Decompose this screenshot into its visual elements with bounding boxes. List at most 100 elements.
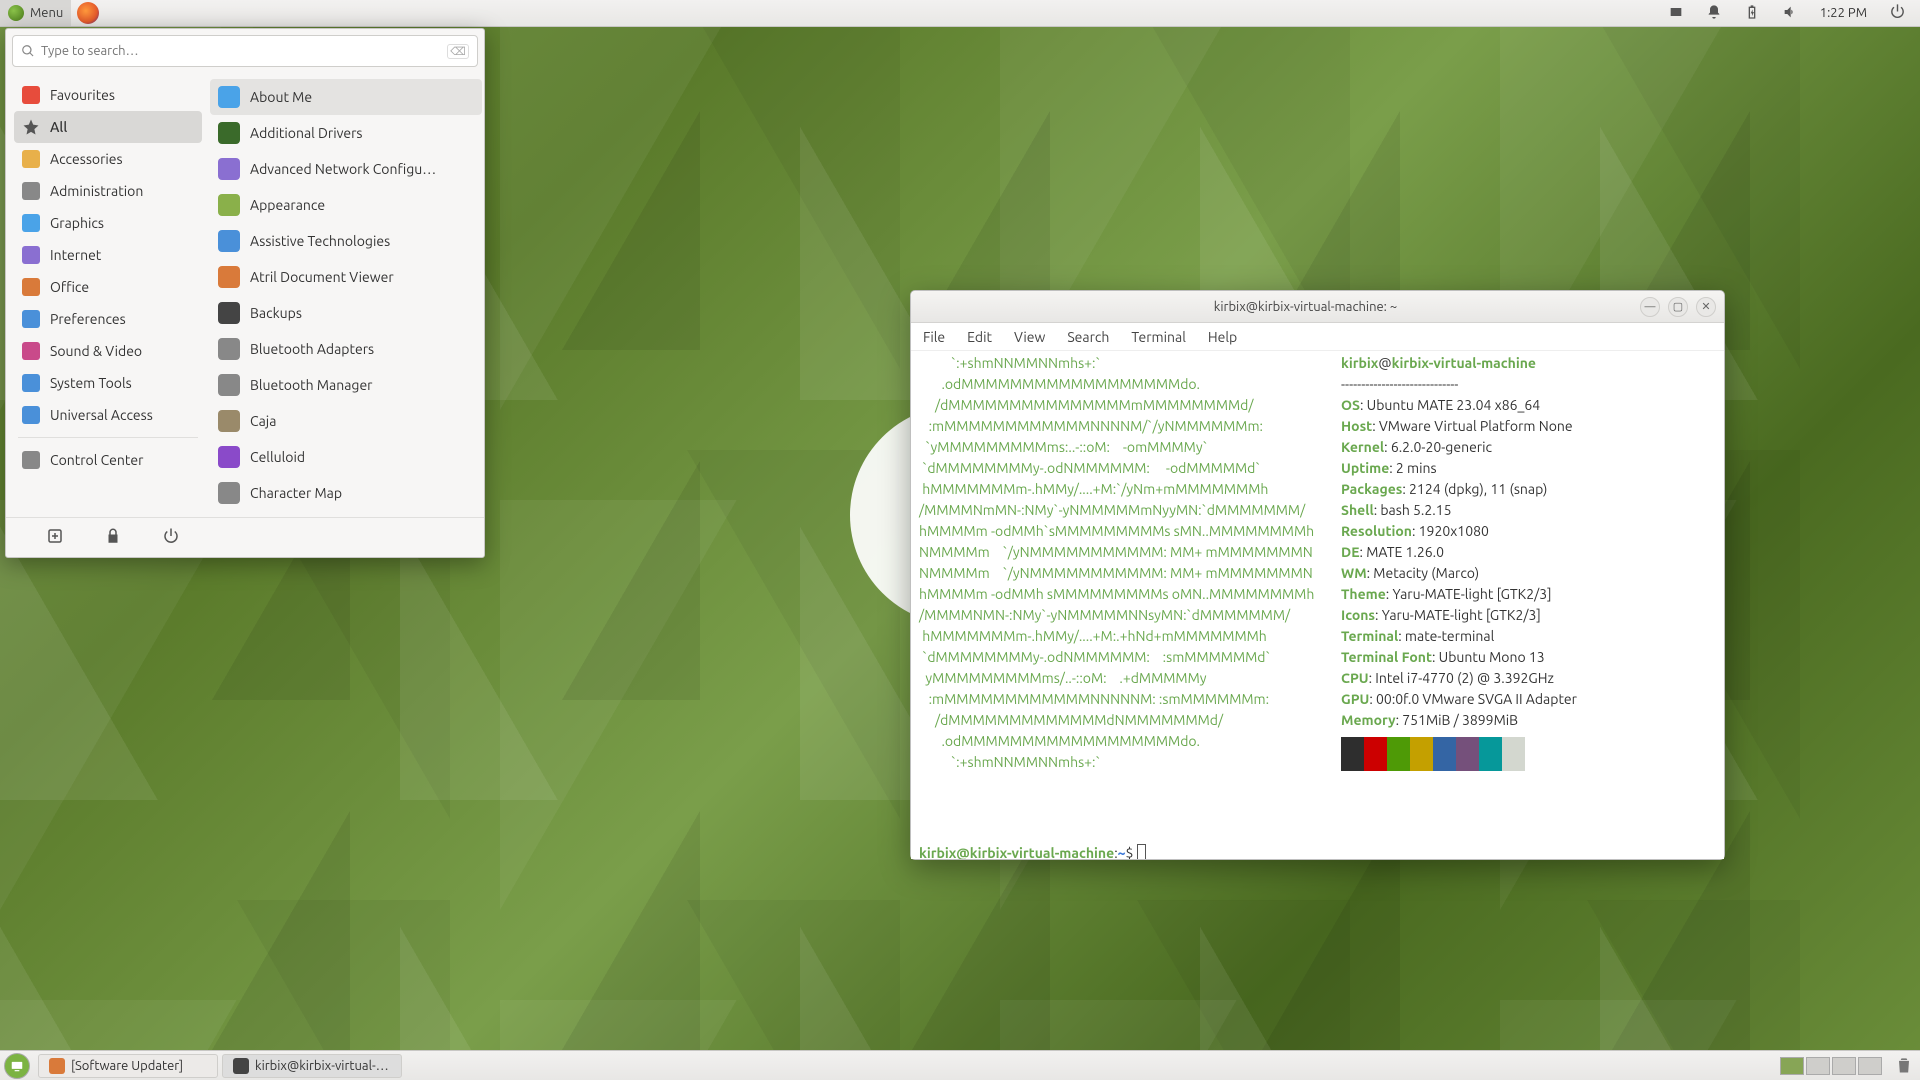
category-preferences[interactable]: Preferences [14,303,202,335]
category-control-center[interactable]: Control Center [14,444,202,476]
menu-file[interactable]: File [923,329,945,345]
lock-icon[interactable] [104,527,122,549]
shell-prompt[interactable]: kirbix@kirbix-virtual-machine:~$ [919,843,1716,859]
app-icon [218,122,240,144]
menu-label: Menu [30,6,63,20]
terminal-titlebar[interactable]: kirbix@kirbix-virtual-machine: ~ — ▢ ✕ [911,291,1724,323]
category-internet[interactable]: Internet [14,239,202,271]
app-icon [218,230,240,252]
app-appearance[interactable]: Appearance [210,187,482,223]
keyboard-icon[interactable] [1668,4,1684,23]
shutdown-icon[interactable] [162,527,180,549]
application-menu: ⌫ Favourites All Accessories Administration… [5,28,485,558]
minimize-button[interactable]: — [1640,297,1660,317]
task-kirbix-kirbix-virtual-[interactable]: kirbix@kirbix-virtual-… [222,1054,402,1078]
app-label: Additional Drivers [250,125,363,141]
menu-help[interactable]: Help [1208,329,1237,345]
menu-terminal[interactable]: Terminal [1131,329,1186,345]
volume-icon[interactable] [1782,4,1798,23]
category-sound-video[interactable]: Sound & Video [14,335,202,367]
search-box[interactable]: ⌫ [12,35,478,67]
terminal-menubar: File Edit View Search Terminal Help [911,323,1724,351]
firefox-launcher-icon[interactable] [77,2,99,24]
app-backups[interactable]: Backups [210,295,482,331]
app-icon [218,338,240,360]
app-bluetooth-manager[interactable]: Bluetooth Manager [210,367,482,403]
app-label: Atril Document Viewer [250,269,394,285]
app-celluloid[interactable]: Celluloid [210,439,482,475]
app-icon [218,446,240,468]
menu-button[interactable]: Menu [0,0,71,26]
app-label: About Me [250,89,312,105]
app-caja[interactable]: Caja [210,403,482,439]
category-icon [22,182,40,200]
app-advanced-network-configu-[interactable]: Advanced Network Configu… [210,151,482,187]
app-label: Caja [250,413,276,429]
category-label: Office [50,279,89,295]
bell-icon[interactable] [1706,4,1722,23]
workspace-switcher[interactable] [1780,1057,1888,1075]
menu-search[interactable]: Search [1067,329,1109,345]
app-bluetooth-adapters[interactable]: Bluetooth Adapters [210,331,482,367]
clock[interactable]: 1:22 PM [1820,6,1867,20]
category-icon [22,118,40,136]
category-universal-access[interactable]: Universal Access [14,399,202,431]
category-label: Graphics [50,215,104,231]
category-icon [22,374,40,392]
category-favourites[interactable]: Favourites [14,79,202,111]
category-system-tools[interactable]: System Tools [14,367,202,399]
maximize-button[interactable]: ▢ [1668,297,1688,317]
application-list[interactable]: About Me Additional Drivers Advanced Netwo… [206,73,484,517]
app-assistive-technologies[interactable]: Assistive Technologies [210,223,482,259]
menu-edit[interactable]: Edit [967,329,992,345]
search-input[interactable] [41,44,447,58]
category-label: All [50,119,67,135]
app-label: Appearance [250,197,325,213]
category-graphics[interactable]: Graphics [14,207,202,239]
app-label: Advanced Network Configu… [250,161,436,177]
category-administration[interactable]: Administration [14,175,202,207]
app-atril-document-viewer[interactable]: Atril Document Viewer [210,259,482,295]
app-icon [218,482,240,504]
workspace-3[interactable] [1832,1057,1856,1075]
battery-icon[interactable] [1744,4,1760,23]
edit-menu-icon[interactable] [46,527,64,549]
mate-icon [8,5,24,21]
app-about-me[interactable]: About Me [210,79,482,115]
workspace-2[interactable] [1806,1057,1830,1075]
app-icon [218,266,240,288]
trash-icon[interactable] [1894,1055,1914,1077]
category-label: Sound & Video [50,343,142,359]
terminal-output[interactable]: `:+shmNNMMNNmhs+:` .odMMMMMMMMMMMMMMMMMM… [911,351,1724,859]
show-desktop-button[interactable] [4,1053,30,1079]
app-label: Bluetooth Adapters [250,341,374,357]
system-tray: 1:22 PM [1668,3,1920,23]
task--software-updater-[interactable]: [Software Updater] [38,1054,218,1078]
category-all[interactable]: All [14,111,202,143]
category-label: Preferences [50,311,126,327]
close-button[interactable]: ✕ [1696,297,1716,317]
app-additional-drivers[interactable]: Additional Drivers [210,115,482,151]
category-office[interactable]: Office [14,271,202,303]
app-label: Backups [250,305,302,321]
category-label: Internet [50,247,101,263]
category-accessories[interactable]: Accessories [14,143,202,175]
category-icon [22,310,40,328]
top-panel: Menu 1:22 PM [0,0,1920,27]
clear-search-icon[interactable]: ⌫ [447,44,469,59]
category-icon [22,406,40,424]
terminal-window: kirbix@kirbix-virtual-machine: ~ — ▢ ✕ F… [910,290,1725,860]
workspace-1[interactable] [1780,1057,1804,1075]
workspace-4[interactable] [1858,1057,1882,1075]
app-character-map[interactable]: Character Map [210,475,482,511]
task-icon [233,1058,249,1074]
menu-view[interactable]: View [1014,329,1045,345]
category-label: Favourites [50,87,115,103]
app-icon [218,86,240,108]
category-label: Administration [50,183,143,199]
power-icon[interactable] [1889,3,1906,23]
category-label: Control Center [50,452,143,468]
app-label: Bluetooth Manager [250,377,372,393]
category-label: Universal Access [50,407,153,423]
category-icon [22,86,40,104]
